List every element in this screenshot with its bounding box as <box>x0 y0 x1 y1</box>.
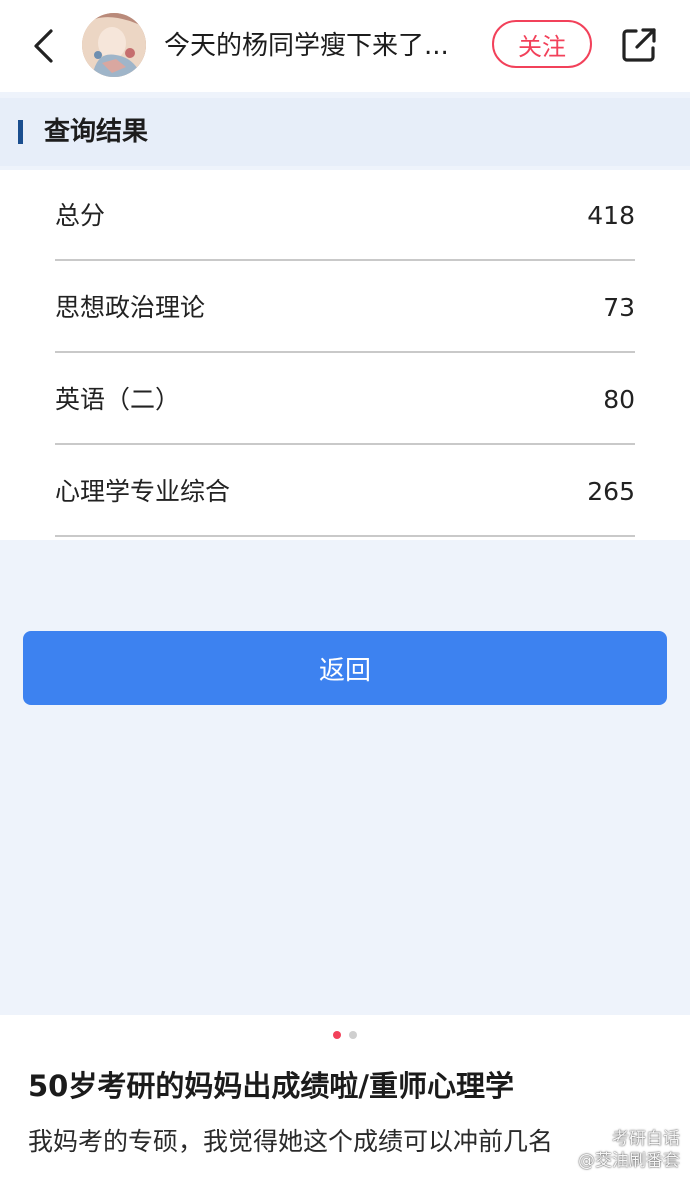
chevron-left-icon <box>34 29 53 63</box>
result-row-politics: 思想政治理论 73 <box>55 262 635 353</box>
share-button[interactable] <box>616 22 662 68</box>
result-value: 418 <box>587 201 635 230</box>
result-row-english: 英语（二） 80 <box>55 354 635 445</box>
result-value: 80 <box>603 385 635 414</box>
carousel-indicator <box>0 1031 690 1043</box>
carousel-dot-active[interactable] <box>333 1031 341 1039</box>
results-table: 总分 418 思想政治理论 73 英语（二） 80 心理学专业综合 265 <box>0 170 690 540</box>
result-row-total: 总分 418 <box>55 170 635 261</box>
carousel-dot[interactable] <box>349 1031 357 1039</box>
post-image[interactable]: 查询结果 总分 418 思想政治理论 73 英语（二） 80 心理学专业综合 2… <box>0 92 690 1015</box>
section-header: 查询结果 <box>0 98 690 166</box>
result-label: 英语（二） <box>55 385 181 414</box>
share-icon <box>622 28 656 62</box>
section-title: 查询结果 <box>44 117 149 147</box>
result-label: 总分 <box>55 201 106 230</box>
watermark-line2: @茭油刷番套 <box>578 1151 680 1171</box>
back-button[interactable] <box>22 24 66 68</box>
return-button[interactable]: 返回 <box>23 631 667 705</box>
avatar[interactable] <box>82 13 146 77</box>
result-value: 265 <box>587 477 635 506</box>
watermark-line1: 考研白话 <box>612 1129 680 1149</box>
watermark: 考研白话 @茭油刷番套 <box>578 1128 680 1172</box>
post-title[interactable]: 今天的杨同学瘦下来了... <box>164 26 469 66</box>
result-value: 73 <box>603 293 635 322</box>
top-app-bar: 今天的杨同学瘦下来了... 关注 <box>0 0 690 92</box>
follow-button[interactable]: 关注 <box>492 20 592 68</box>
result-label: 思想政治理论 <box>55 293 206 322</box>
post-body: 我妈考的专硕，我觉得她这个成绩可以冲前几名 <box>28 1127 554 1156</box>
result-label: 心理学专业综合 <box>55 477 231 506</box>
post-headline: 50岁考研的妈妈出成绩啦/重师心理学 <box>28 1069 514 1103</box>
section-accent-bar <box>18 120 23 144</box>
avatar-image <box>82 13 146 77</box>
result-row-psychology: 心理学专业综合 265 <box>55 446 635 537</box>
